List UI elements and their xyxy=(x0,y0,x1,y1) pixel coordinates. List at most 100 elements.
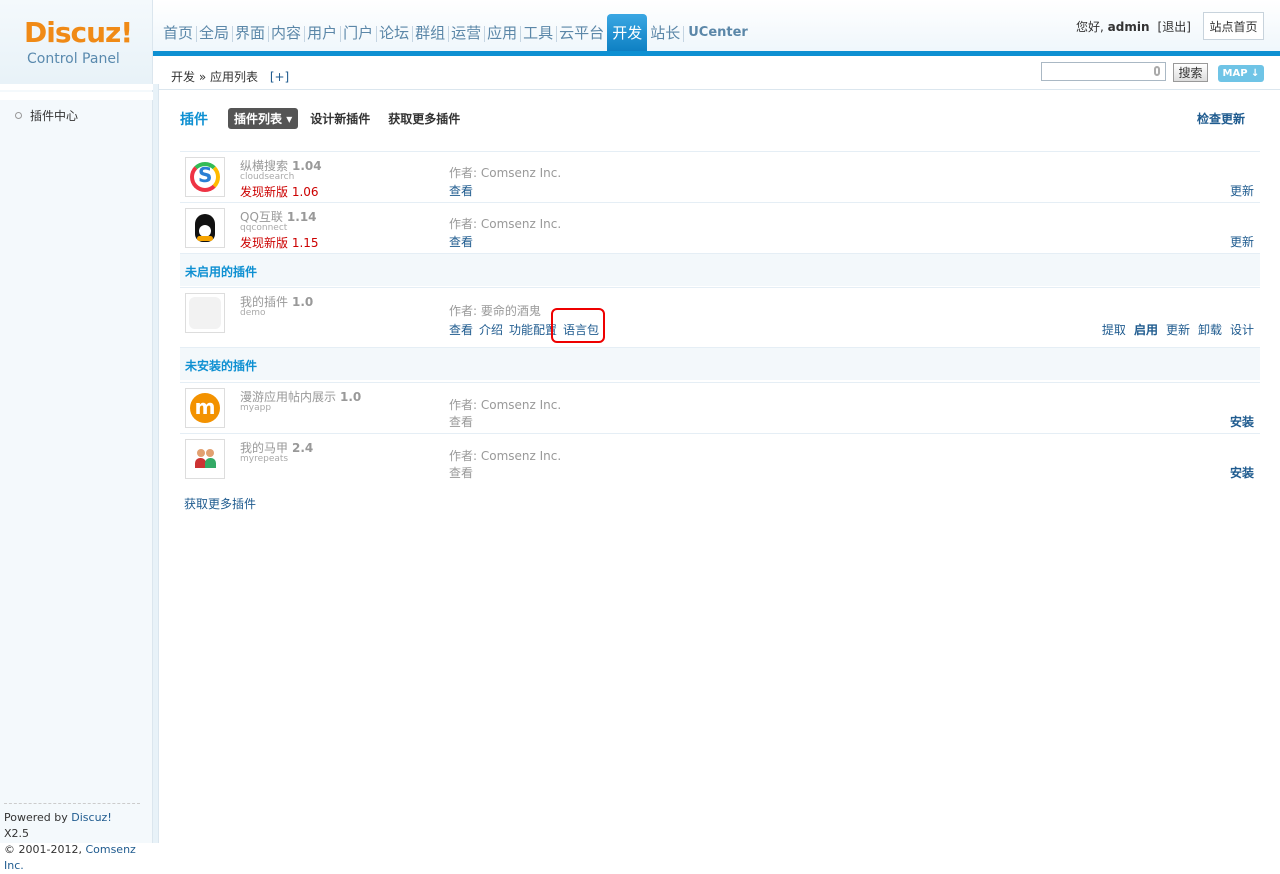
check-update-link[interactable]: 检查更新 xyxy=(1197,110,1245,127)
plugin-icon-cloudsearch[interactable] xyxy=(185,157,225,197)
greeting: 您好, xyxy=(1076,20,1104,34)
plugin-id: myapp xyxy=(240,403,272,413)
user-bar: 您好, admin [退出] xyxy=(1076,18,1191,35)
cloudsearch-icon xyxy=(190,162,220,192)
nav-global[interactable]: 全局 xyxy=(196,14,232,51)
nav-user[interactable]: 用户 xyxy=(304,14,340,51)
nav-home[interactable]: 首页 xyxy=(160,14,196,51)
nav-forum[interactable]: 论坛 xyxy=(376,14,412,51)
plugin-author: 作者: Comsenz Inc. xyxy=(449,217,562,231)
plugin-icon-myapp[interactable]: m xyxy=(185,388,225,428)
sidebar-footer: Powered by Discuz! X2.5 © 2001-2012, Com… xyxy=(4,803,140,874)
nav-develop[interactable]: 开发 xyxy=(607,14,648,51)
tab-label: 插件列表 xyxy=(234,112,283,126)
intro-link[interactable]: 介绍 xyxy=(479,321,503,338)
design-link[interactable]: 设计 xyxy=(1230,321,1254,338)
plugin-links: 查看 xyxy=(449,182,473,199)
sidebar-divider xyxy=(153,84,159,843)
mic-icon[interactable] xyxy=(1154,66,1160,76)
plugin-icon-demo[interactable] xyxy=(185,293,225,333)
update-link[interactable]: 更新 xyxy=(1230,182,1254,199)
tab-design-plugin[interactable]: 设计新插件 xyxy=(310,110,370,127)
plugin-actions: 更新 xyxy=(1230,233,1254,250)
plugin-id: myrepeats xyxy=(240,454,289,464)
copyright-text: © 2001-2012, xyxy=(4,843,82,856)
sidebar-item-plugin-center[interactable]: 插件中心 xyxy=(15,107,78,124)
tab-get-more[interactable]: 获取更多插件 xyxy=(388,110,460,127)
version-text: X2.5 xyxy=(4,827,30,840)
map-button[interactable]: MAP ↓ xyxy=(1218,65,1264,82)
tab-plugin-list[interactable]: 插件列表 ▾ xyxy=(228,108,299,129)
qq-penguin-icon xyxy=(195,214,215,242)
plugin-tabs: 插件 插件列表 ▾ 设计新插件 获取更多插件 xyxy=(180,108,478,129)
plugin-links: 查看 xyxy=(449,413,479,430)
plugin-author: 作者: Comsenz Inc. xyxy=(449,166,562,180)
config-link[interactable]: 功能配置 xyxy=(509,321,557,338)
view-link[interactable]: 查看 xyxy=(449,321,473,338)
plugin-row: 我的马甲 2.4 myrepeats 作者: Comsenz Inc. 查看 安装 xyxy=(180,433,1260,484)
plugin-row: 我的插件 1.0 demo 作者: 要命的酒鬼 查看 介绍 功能配置 语言包 提取… xyxy=(180,287,1260,343)
nav-portal[interactable]: 门户 xyxy=(340,14,376,51)
discuz-link[interactable]: Discuz! xyxy=(71,811,111,824)
nav-ucenter[interactable]: UCenter xyxy=(683,14,751,51)
main-content: 插件 插件列表 ▾ 设计新插件 获取更多插件 检查更新 纵横搜索1.04 clo… xyxy=(160,91,1280,843)
username: admin xyxy=(1107,19,1150,34)
plugin-author: 作者: Comsenz Inc. xyxy=(449,398,562,412)
enable-link[interactable]: 启用 xyxy=(1134,321,1158,338)
nav-tools[interactable]: 工具 xyxy=(520,14,556,51)
plugin-links: 查看 xyxy=(449,233,473,250)
plugin-icon-myrepeats[interactable] xyxy=(185,439,225,479)
logo-subtitle: Control Panel xyxy=(27,51,120,67)
view-text: 查看 xyxy=(449,466,474,480)
nav-style[interactable]: 界面 xyxy=(232,14,268,51)
add-shortcut-link[interactable]: [+] xyxy=(270,70,289,84)
sub-bar: 开发 » 应用列表 [+] 搜索 MAP ↓ xyxy=(153,56,1280,90)
demo-plugin-icon xyxy=(189,297,221,329)
section-disabled-plugins: 未启用的插件 xyxy=(180,253,1260,286)
uninstall-link[interactable]: 卸载 xyxy=(1198,321,1222,338)
plugin-author: 作者: 要命的酒鬼 xyxy=(449,304,541,318)
nav-app[interactable]: 应用 xyxy=(484,14,520,51)
plugin-actions: 安装 xyxy=(1230,464,1254,481)
view-link[interactable]: 查看 xyxy=(449,233,473,250)
update-link[interactable]: 更新 xyxy=(1230,233,1254,250)
plugin-icon-qqconnect[interactable] xyxy=(185,208,225,248)
nav-operation[interactable]: 运营 xyxy=(448,14,484,51)
powered-text: Powered by xyxy=(4,811,68,824)
main-nav: 首页 全局 界面 内容 用户 门户 论坛 群组 运营 应用 工具 云平台 开发 … xyxy=(160,14,751,51)
search-input[interactable] xyxy=(1041,62,1166,81)
page-title: 插件 xyxy=(180,111,208,128)
install-link[interactable]: 安装 xyxy=(1230,464,1254,481)
map-label: MAP xyxy=(1222,68,1248,79)
new-version-notice: 发现新版 1.06 xyxy=(240,185,319,199)
new-version-notice: 发现新版 1.15 xyxy=(240,236,319,250)
update-link[interactable]: 更新 xyxy=(1166,321,1190,338)
install-link[interactable]: 安装 xyxy=(1230,413,1254,430)
nav-group[interactable]: 群组 xyxy=(412,14,448,51)
extract-link[interactable]: 提取 xyxy=(1102,321,1126,338)
search-button[interactable]: 搜索 xyxy=(1173,63,1208,82)
nav-cloud[interactable]: 云平台 xyxy=(556,14,607,51)
logout-link[interactable]: [退出] xyxy=(1158,18,1191,35)
view-link[interactable]: 查看 xyxy=(449,182,473,199)
plugin-actions: 提取 启用 更新 卸载 设计 xyxy=(1094,321,1254,338)
plugin-id: cloudsearch xyxy=(240,172,295,182)
sidebar-separator xyxy=(0,92,153,100)
sidebar xyxy=(0,90,153,843)
circle-icon xyxy=(15,112,22,119)
plugin-row: 纵横搜索1.04 cloudsearch 发现新版 1.06 作者: Comse… xyxy=(180,151,1260,202)
nav-founder[interactable]: 站长 xyxy=(647,14,683,51)
plugin-links: 查看 xyxy=(449,464,479,481)
plugin-actions: 安装 xyxy=(1230,413,1254,430)
manyou-icon: m xyxy=(190,393,220,423)
nav-content[interactable]: 内容 xyxy=(268,14,304,51)
section-uninstalled-plugins: 未安装的插件 xyxy=(180,347,1260,380)
highlight-box xyxy=(551,308,605,343)
logo[interactable]: Discuz! Control Panel xyxy=(0,0,153,84)
site-home-button[interactable]: 站点首页 xyxy=(1203,12,1264,40)
sidebar-item-label: 插件中心 xyxy=(30,109,79,123)
plugin-actions: 更新 xyxy=(1230,182,1254,199)
users-icon xyxy=(194,447,218,471)
get-more-plugins-link[interactable]: 获取更多插件 xyxy=(184,495,256,512)
plugin-row: QQ互联 1.14 qqconnect 发现新版 1.15 作者: Comsenz… xyxy=(180,202,1260,253)
